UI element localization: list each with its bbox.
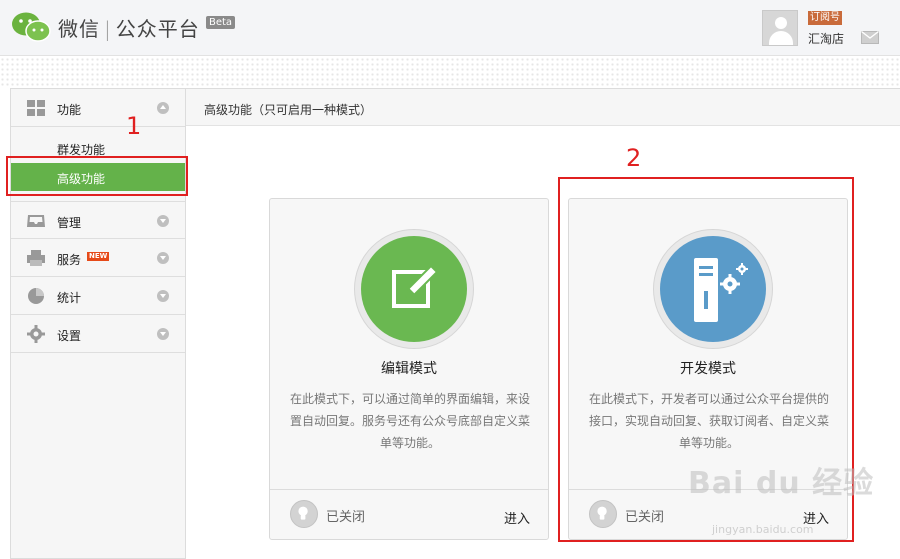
edit-mode-icon-ring <box>354 229 474 349</box>
sidebar-item-function[interactable]: 功能 <box>11 89 185 127</box>
sidebar-item-service[interactable]: 服务 NEW <box>11 239 185 277</box>
inbox-icon <box>27 215 45 227</box>
chevron-up-icon[interactable] <box>157 102 169 114</box>
mail-icon[interactable] <box>861 31 879 44</box>
edit-pencil-icon <box>392 264 439 308</box>
edit-mode-status: 已关闭 <box>326 510 366 525</box>
edit-mode-description: 在此模式下，可以通过简单的界面编辑，来设置自动回复。服务号还有公众号底部自定义菜… <box>290 392 531 450</box>
wechat-logo-icon[interactable] <box>10 10 52 44</box>
edit-mode-title: 编辑模式 <box>381 361 437 377</box>
top-header: 微信 | 公众平台 Beta 订阅号 汇淘店 <box>0 0 900 56</box>
sidebar-item-label: 统计 <box>57 291 82 305</box>
pie-chart-icon <box>28 288 44 304</box>
grid-icon <box>27 100 45 116</box>
account-type-badge: 订阅号 <box>808 11 842 25</box>
edit-mode-icon-circle <box>361 236 467 342</box>
chevron-down-icon[interactable] <box>157 328 169 340</box>
account-name[interactable]: 汇淘店 <box>808 30 844 47</box>
sidebar-item-manage[interactable]: 管理 <box>11 201 185 239</box>
edit-mode-enter-link[interactable]: 进入 <box>504 508 530 527</box>
sidebar-item-label: 管理 <box>57 216 82 230</box>
brand-wechat: 微信 <box>58 17 100 41</box>
printer-icon <box>27 250 45 266</box>
chevron-down-icon[interactable] <box>157 290 169 302</box>
edit-mode-card: 编辑模式 在此模式下，可以通过简单的界面编辑，来设置自动回复。服务号还有公众号底… <box>269 198 549 540</box>
content-header: 高级功能（只可启用一种模式） <box>186 88 900 126</box>
chevron-down-icon[interactable] <box>157 215 169 227</box>
sidebar-item-stats[interactable]: 统计 <box>11 277 185 315</box>
chevron-down-icon[interactable] <box>157 252 169 264</box>
avatar[interactable] <box>762 10 798 46</box>
baidu-watermark: Bai du 经验 <box>688 466 875 501</box>
brand-separator: | <box>104 17 112 41</box>
annotation-number-1: 1 <box>126 112 142 140</box>
beta-badge: Beta <box>206 16 236 29</box>
lightbulb-icon <box>290 500 318 528</box>
annotation-box-1 <box>6 156 188 196</box>
avatar-head <box>775 17 787 29</box>
baidu-watermark-url: jingyan.baidu.com <box>712 523 814 536</box>
new-badge: NEW <box>87 252 110 261</box>
brand-platform: 公众平台 <box>115 17 200 41</box>
edit-mode-footer: 已关闭 进入 <box>270 489 548 541</box>
sidebar-item-label: 功能 <box>57 103 82 117</box>
gear-icon <box>27 325 45 343</box>
brand-title[interactable]: 微信 | 公众平台 <box>58 13 200 42</box>
page-title: 高级功能（只可启用一种模式） <box>204 103 373 117</box>
sidebar-item-label: 设置 <box>57 329 82 343</box>
sidebar-item-label: 服务 <box>57 253 82 267</box>
dotted-strip <box>0 57 900 87</box>
annotation-number-2: 2 <box>626 144 642 172</box>
avatar-body <box>769 31 793 45</box>
sidebar-item-settings[interactable]: 设置 <box>11 315 185 353</box>
